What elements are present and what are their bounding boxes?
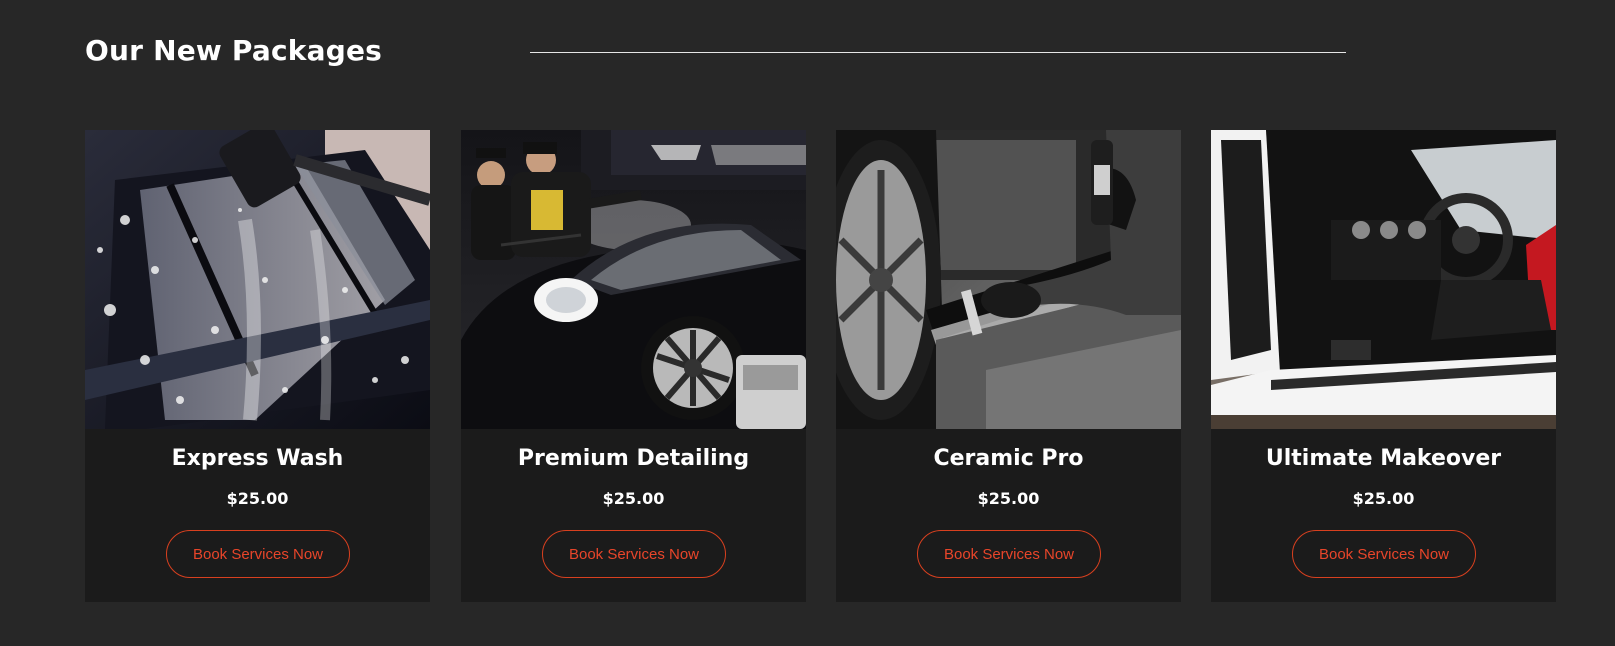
package-name: Ultimate Makeover <box>1265 446 1502 471</box>
ceramic-coating-application-photo <box>836 130 1181 429</box>
package-price: $25.00 <box>602 489 665 508</box>
car-foam-wash-photo <box>85 130 430 429</box>
package-cards: Express Wash $25.00 Book Services Now Pr… <box>85 130 1557 602</box>
package-card-ceramic-pro: Ceramic Pro $25.00 Book Services Now <box>836 130 1181 602</box>
packages-section: Our New Packages Express Wash $25.00 Boo… <box>0 0 1615 646</box>
book-services-button[interactable]: Book Services Now <box>542 530 726 578</box>
section-title: Our New Packages <box>85 34 383 67</box>
title-divider <box>530 52 1346 53</box>
package-card-express-wash: Express Wash $25.00 Book Services Now <box>85 130 430 602</box>
package-name: Ceramic Pro <box>933 446 1084 471</box>
package-card-premium-detailing: Premium Detailing $25.00 Book Services N… <box>461 130 806 602</box>
package-price: $25.00 <box>1352 489 1415 508</box>
detailers-steam-porsche-photo <box>461 130 806 429</box>
package-price: $25.00 <box>977 489 1040 508</box>
package-price: $25.00 <box>226 489 289 508</box>
package-name: Premium Detailing <box>517 446 750 471</box>
book-services-button[interactable]: Book Services Now <box>166 530 350 578</box>
white-sportscar-interior-photo <box>1211 130 1556 429</box>
book-services-button[interactable]: Book Services Now <box>917 530 1101 578</box>
book-services-button[interactable]: Book Services Now <box>1292 530 1476 578</box>
package-card-ultimate-makeover: Ultimate Makeover $25.00 Book Services N… <box>1211 130 1556 602</box>
package-name: Express Wash <box>171 446 344 471</box>
